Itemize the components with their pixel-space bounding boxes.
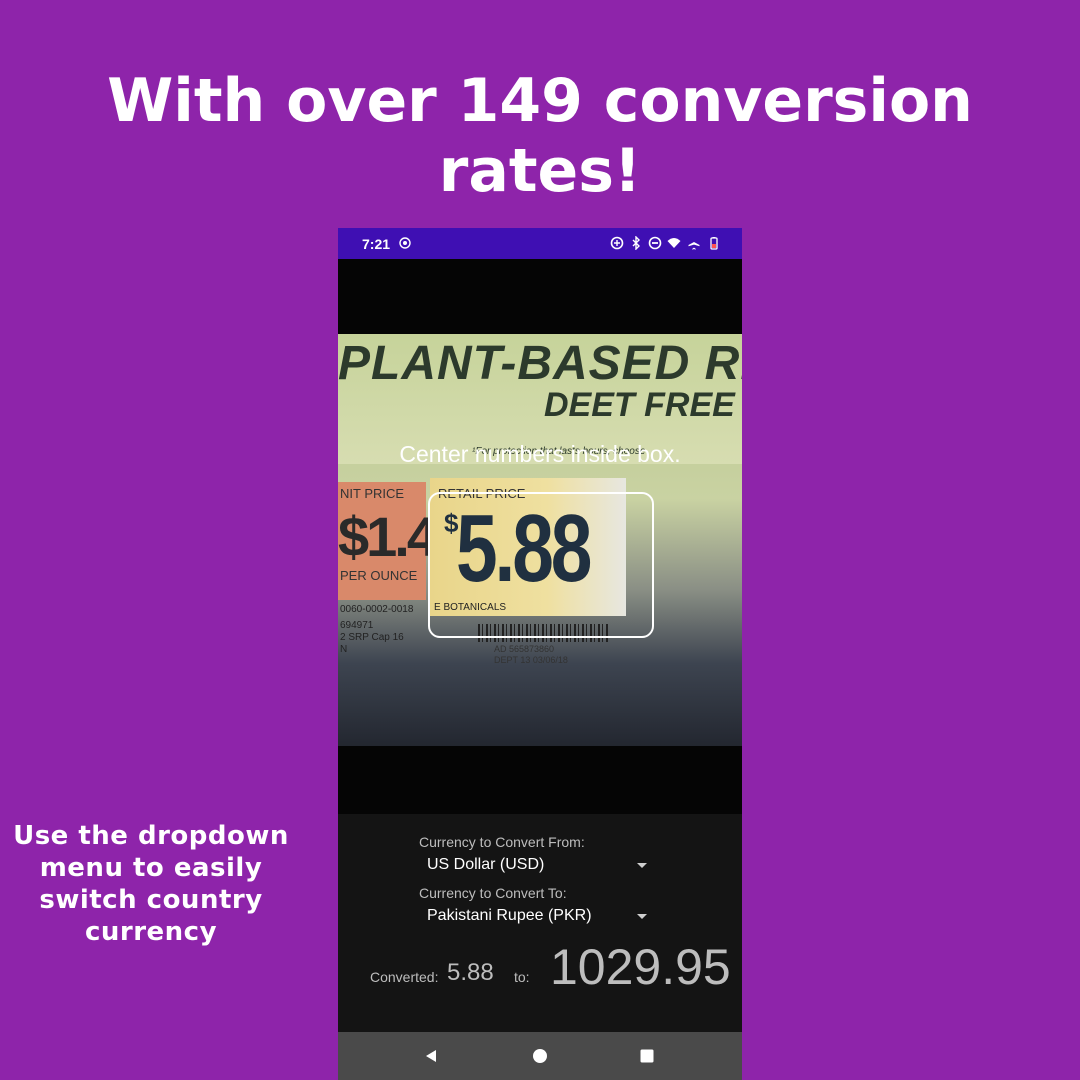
status-time: 7:21 bbox=[362, 236, 391, 252]
unit-tag-line: 694971 bbox=[340, 620, 374, 631]
chevron-down-icon bbox=[637, 914, 647, 919]
converted-label: Converted: bbox=[370, 969, 439, 985]
unit-price-footer: PER OUNCE bbox=[340, 568, 418, 583]
promo-headline-line1: With over 149 conversion bbox=[107, 66, 973, 136]
home-icon[interactable] bbox=[532, 1048, 548, 1064]
converted-result: 1029.95 bbox=[550, 939, 731, 995]
phone-screen: 7:21 PLANT-BASED RE DEET FREE ¹For prote… bbox=[338, 228, 742, 1080]
to-currency-label: Currency to Convert To: bbox=[419, 885, 567, 901]
to-currency-dropdown[interactable]: Pakistani Rupee (PKR) bbox=[419, 903, 647, 931]
airplane-icon bbox=[688, 237, 700, 250]
scan-hint: Center numbers inside box. bbox=[399, 441, 681, 467]
unit-price-header: NIT PRICE bbox=[340, 486, 405, 501]
to-currency-value: Pakistani Rupee (PKR) bbox=[427, 907, 592, 924]
tag-code-line: DEPT 13 03/06/18 bbox=[494, 655, 568, 665]
product-label-deet: DEET FREE bbox=[544, 386, 735, 424]
wifi-icon bbox=[667, 238, 681, 248]
bluetooth-icon bbox=[632, 236, 640, 250]
from-currency-value: US Dollar (USD) bbox=[427, 856, 545, 873]
unit-tag-line: N bbox=[340, 644, 348, 655]
unit-tag-line: 2 SRP Cap 16 bbox=[340, 632, 404, 643]
unit-tag-code: 0060-0002-0018 bbox=[340, 604, 414, 615]
unit-price-tag: NIT PRICE $1.47 PER OUNCE bbox=[338, 482, 466, 600]
tag-codes: AD 565873860 DEPT 13 03/06/18 bbox=[494, 644, 568, 666]
navigation-bar bbox=[338, 1032, 742, 1080]
recents-icon[interactable] bbox=[639, 1048, 655, 1064]
back-icon[interactable] bbox=[423, 1048, 439, 1064]
camera-preview[interactable]: PLANT-BASED RE DEET FREE ¹For protection… bbox=[338, 259, 742, 814]
promo-headline-line2: rates! bbox=[438, 136, 642, 206]
do-not-disturb-icon bbox=[648, 236, 662, 250]
from-currency-label: Currency to Convert From: bbox=[419, 834, 585, 850]
to-label: to: bbox=[514, 969, 530, 985]
from-currency-dropdown[interactable]: US Dollar (USD) bbox=[419, 852, 647, 880]
battery-low-icon bbox=[710, 237, 718, 250]
broadcast-icon bbox=[399, 237, 411, 249]
chevron-down-icon bbox=[637, 863, 647, 868]
product-label-title: PLANT-BASED RE bbox=[338, 337, 742, 390]
status-bar: 7:21 bbox=[338, 228, 742, 259]
converter-panel: Currency to Convert From: US Dollar (USD… bbox=[338, 814, 742, 1032]
data-saver-icon bbox=[610, 236, 624, 250]
promo-side-caption: Use the dropdown menu to easily switch c… bbox=[13, 821, 289, 947]
tag-code-line: AD 565873860 bbox=[494, 644, 555, 654]
scan-box bbox=[428, 492, 654, 638]
promo-headline: With over 149 conversion rates! bbox=[0, 66, 1080, 206]
converted-amount: 5.88 bbox=[447, 959, 494, 986]
